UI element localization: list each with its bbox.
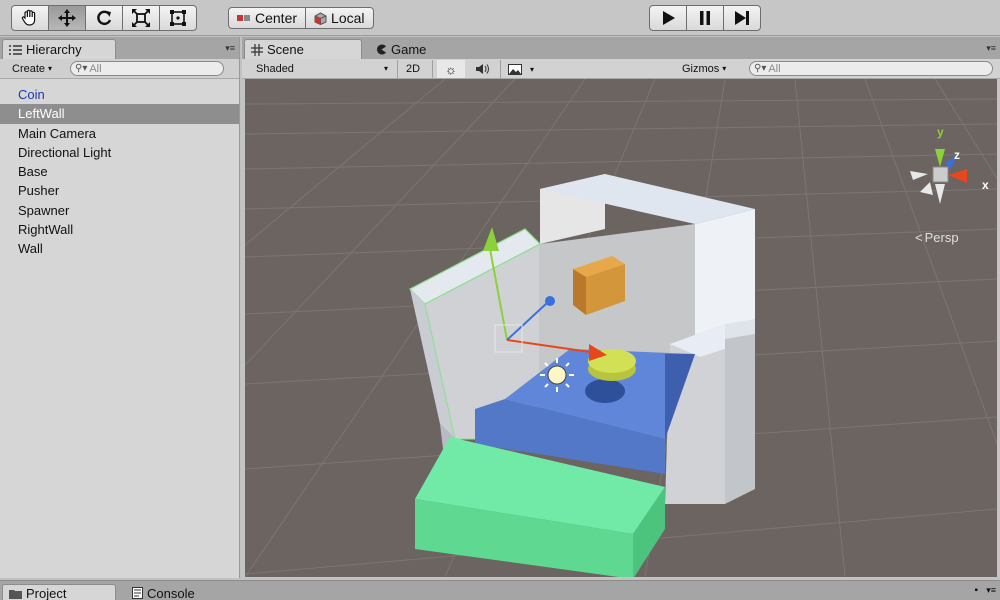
dropdown-arrow-icon: ▾ bbox=[722, 64, 727, 73]
pivot-center-icon bbox=[237, 15, 250, 21]
pivot-center-label: Center bbox=[255, 10, 298, 26]
axis-x-label: x bbox=[982, 178, 989, 192]
projection-label: Persp bbox=[924, 230, 959, 245]
mode-2d-label: 2D bbox=[406, 62, 421, 75]
tab-scene[interactable]: Scene bbox=[244, 39, 362, 59]
sun-icon: ☼ bbox=[445, 61, 457, 77]
bottom-tabstrip: Project Console ▪ ▾≡ bbox=[0, 580, 1000, 600]
step-icon bbox=[735, 11, 749, 25]
lock-icon[interactable]: ▪ bbox=[974, 585, 978, 596]
step-button[interactable] bbox=[723, 5, 761, 31]
hierarchy-item-wall[interactable]: Wall bbox=[0, 239, 239, 258]
hierarchy-item-main-camera[interactable]: Main Camera bbox=[0, 124, 239, 143]
back-arrow-icon: < bbox=[915, 230, 923, 245]
tab-hierarchy-label: Hierarchy bbox=[26, 42, 82, 57]
lighting-toggle[interactable]: ☼ bbox=[437, 60, 465, 78]
tab-hierarchy[interactable]: Hierarchy bbox=[2, 39, 116, 59]
rect-tool-button[interactable] bbox=[159, 5, 197, 31]
hand-tool-button[interactable] bbox=[11, 5, 49, 31]
hierarchy-list: Coin LeftWall Main Camera Directional Li… bbox=[0, 79, 239, 259]
tab-game-label: Game bbox=[391, 41, 427, 57]
hierarchy-item-coin[interactable]: Coin bbox=[0, 85, 239, 104]
tab-project[interactable]: Project bbox=[2, 584, 116, 600]
scene-search-placeholder: All bbox=[768, 62, 781, 75]
search-icon: ⚲▾ bbox=[754, 63, 767, 74]
tab-console[interactable]: Console bbox=[126, 584, 216, 600]
hierarchy-item-directional-light[interactable]: Directional Light bbox=[0, 143, 239, 162]
hierarchy-item-leftwall[interactable]: LeftWall bbox=[0, 104, 239, 124]
audio-toggle[interactable] bbox=[470, 60, 496, 78]
playback-controls bbox=[649, 5, 761, 31]
mode-2d-toggle[interactable]: 2D bbox=[402, 60, 424, 78]
list-icon bbox=[9, 44, 22, 55]
hierarchy-subbar: Create ▾ ⚲▾ All bbox=[0, 59, 239, 79]
hierarchy-search-input[interactable]: ⚲▾ All bbox=[70, 61, 224, 76]
hierarchy-item-rightwall[interactable]: RightWall bbox=[0, 220, 239, 239]
panel-menu-icon[interactable]: ▾≡ bbox=[986, 585, 996, 596]
move-arrows-icon bbox=[58, 9, 76, 27]
rotate-icon bbox=[97, 10, 112, 26]
gizmos-label: Gizmos bbox=[682, 62, 720, 75]
scene-viewport[interactable]: y z x < Persp bbox=[245, 79, 997, 577]
create-label: Create bbox=[12, 62, 46, 75]
hand-icon bbox=[21, 9, 36, 26]
divider bbox=[432, 59, 433, 78]
hierarchy-item-base[interactable]: Base bbox=[0, 162, 239, 181]
play-icon bbox=[663, 11, 675, 25]
divider bbox=[397, 59, 398, 78]
hierarchy-panel: Hierarchy ▾≡ Create ▾ ⚲▾ All Coin LeftWa… bbox=[0, 37, 240, 578]
panel-menu-icon[interactable]: ▾≡ bbox=[225, 43, 235, 54]
tab-project-label: Project bbox=[26, 586, 67, 600]
coin-shadow bbox=[585, 379, 625, 403]
move-tool-button[interactable] bbox=[48, 5, 86, 31]
tab-console-label: Console bbox=[147, 585, 195, 600]
shading-mode-label: Shaded bbox=[256, 62, 294, 75]
pause-icon bbox=[700, 11, 710, 25]
rect-transform-icon bbox=[170, 10, 186, 26]
dropdown-arrow-icon: ▾ bbox=[383, 64, 388, 73]
divider bbox=[500, 59, 501, 78]
scene-panel-menu-icon[interactable]: ▾≡ bbox=[986, 43, 996, 54]
hierarchy-item-spawner[interactable]: Spawner bbox=[0, 201, 239, 220]
transform-tools bbox=[11, 5, 197, 31]
pause-button[interactable] bbox=[686, 5, 724, 31]
pivot-local-label: Local bbox=[331, 10, 365, 26]
pivot-local-button[interactable]: Local bbox=[305, 7, 374, 29]
scene-render bbox=[245, 79, 997, 577]
hierarchy-item-pusher[interactable]: Pusher bbox=[0, 181, 239, 200]
create-dropdown[interactable]: Create ▾ bbox=[8, 60, 56, 78]
rotate-tool-button[interactable] bbox=[85, 5, 123, 31]
shading-mode-dropdown[interactable]: Shaded ▾ bbox=[252, 60, 392, 78]
tab-scene-label: Scene bbox=[267, 42, 304, 57]
speaker-icon bbox=[476, 64, 489, 74]
scale-icon bbox=[132, 9, 150, 27]
tab-game[interactable]: Game bbox=[370, 39, 440, 59]
axis-y-label: y bbox=[937, 125, 944, 139]
axis-z-label: z bbox=[954, 148, 960, 162]
console-icon bbox=[132, 587, 143, 599]
play-button[interactable] bbox=[649, 5, 687, 31]
scene-toolbar: Shaded ▾ 2D ☼ ▾ Gizmos ▾ ⚲▾ All bbox=[242, 59, 1000, 79]
main-toolbar: Center Local bbox=[0, 0, 1000, 36]
dropdown-arrow-icon: ▾ bbox=[48, 64, 53, 73]
search-icon: ⚲▾ bbox=[75, 63, 88, 74]
pivot-controls: Center Local bbox=[228, 7, 374, 29]
scene-search-input[interactable]: ⚲▾ All bbox=[749, 61, 993, 76]
scene-tabstrip: Scene Game ▾≡ bbox=[242, 37, 1000, 59]
hierarchy-search-placeholder: All bbox=[89, 62, 102, 75]
image-icon bbox=[508, 63, 522, 75]
folder-icon bbox=[9, 589, 22, 599]
hierarchy-tabstrip: Hierarchy ▾≡ bbox=[0, 37, 239, 59]
pivot-center-button[interactable]: Center bbox=[228, 7, 307, 29]
dropdown-arrow-icon: ▾ bbox=[530, 64, 535, 74]
pacman-icon bbox=[377, 44, 386, 54]
gizmos-dropdown[interactable]: Gizmos ▾ bbox=[678, 60, 730, 78]
effects-dropdown[interactable]: ▾ bbox=[504, 60, 544, 78]
projection-toggle[interactable]: < Persp bbox=[915, 230, 959, 245]
grid-icon bbox=[251, 43, 263, 56]
scene-panel: Scene Game ▾≡ Shaded ▾ 2D ☼ ▾ Gizmos ▾ ⚲… bbox=[242, 37, 1000, 578]
local-cube-icon bbox=[314, 11, 327, 25]
scale-tool-button[interactable] bbox=[122, 5, 160, 31]
